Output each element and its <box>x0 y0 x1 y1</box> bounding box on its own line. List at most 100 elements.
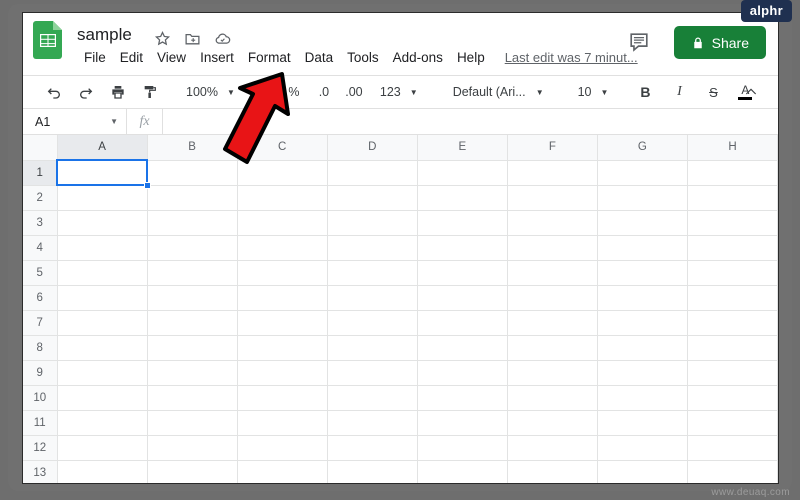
cell-d9[interactable] <box>326 359 418 386</box>
row-header-12[interactable]: 12 <box>23 434 58 461</box>
zoom-selector[interactable]: 100% ▼ <box>177 79 239 105</box>
column-header-c[interactable]: C <box>236 135 328 161</box>
cell-e9[interactable] <box>416 359 508 386</box>
cell-f6[interactable] <box>506 284 598 311</box>
cell-e13[interactable] <box>416 459 508 483</box>
row-header-10[interactable]: 10 <box>23 384 58 411</box>
cell-c7[interactable] <box>236 309 328 336</box>
cell-g7[interactable] <box>596 309 688 336</box>
column-header-d[interactable]: D <box>326 135 418 161</box>
cell-g12[interactable] <box>596 434 688 461</box>
font-size-selector[interactable]: 10 ▼ <box>562 79 613 105</box>
cell-b3[interactable] <box>146 209 238 236</box>
cell-d3[interactable] <box>326 209 418 236</box>
cell-h9[interactable] <box>686 359 778 386</box>
column-header-g[interactable]: G <box>596 135 688 161</box>
menu-format[interactable]: Format <box>241 48 298 67</box>
menu-file[interactable]: File <box>77 48 113 67</box>
cell-f12[interactable] <box>506 434 598 461</box>
cell-d1[interactable] <box>326 159 418 186</box>
row-header-6[interactable]: 6 <box>23 284 58 311</box>
cell-d13[interactable] <box>326 459 418 483</box>
cell-c2[interactable] <box>236 184 328 211</box>
cell-a13[interactable] <box>56 459 148 483</box>
more-options-button[interactable]: ⋯ <box>772 79 778 105</box>
cell-a9[interactable] <box>56 359 148 386</box>
cell-e8[interactable] <box>416 334 508 361</box>
cell-c13[interactable] <box>236 459 328 483</box>
cell-b5[interactable] <box>146 259 238 286</box>
cell-d6[interactable] <box>326 284 418 311</box>
decrease-decimal-button[interactable]: .0 <box>311 79 337 105</box>
strikethrough-button[interactable]: S <box>700 79 726 105</box>
cell-e11[interactable] <box>416 409 508 436</box>
menu-edit[interactable]: Edit <box>113 48 150 67</box>
cell-f13[interactable] <box>506 459 598 483</box>
cell-h12[interactable] <box>686 434 778 461</box>
cell-b12[interactable] <box>146 434 238 461</box>
formula-input[interactable] <box>163 109 778 134</box>
cell-b4[interactable] <box>146 234 238 261</box>
paint-format-icon[interactable] <box>137 79 163 105</box>
cell-f1[interactable] <box>506 159 598 186</box>
document-title[interactable]: sample <box>77 25 132 45</box>
redo-icon[interactable] <box>73 79 99 105</box>
cell-f7[interactable] <box>506 309 598 336</box>
cell-d4[interactable] <box>326 234 418 261</box>
row-header-5[interactable]: 5 <box>23 259 58 286</box>
column-header-e[interactable]: E <box>416 135 508 161</box>
column-header-f[interactable]: F <box>506 135 598 161</box>
cell-a3[interactable] <box>56 209 148 236</box>
select-all-corner[interactable] <box>23 135 58 161</box>
cell-h5[interactable] <box>686 259 778 286</box>
cell-c11[interactable] <box>236 409 328 436</box>
cell-c1[interactable] <box>236 159 328 186</box>
row-header-4[interactable]: 4 <box>23 234 58 261</box>
cell-b8[interactable] <box>146 334 238 361</box>
row-header-7[interactable]: 7 <box>23 309 58 336</box>
cell-e2[interactable] <box>416 184 508 211</box>
cell-b13[interactable] <box>146 459 238 483</box>
cell-f5[interactable] <box>506 259 598 286</box>
cell-c12[interactable] <box>236 434 328 461</box>
cell-f11[interactable] <box>506 409 598 436</box>
cell-g1[interactable] <box>596 159 688 186</box>
cell-d5[interactable] <box>326 259 418 286</box>
cell-f10[interactable] <box>506 384 598 411</box>
chevron-up-icon[interactable] <box>738 79 764 105</box>
italic-button[interactable]: I <box>666 79 692 105</box>
row-header-2[interactable]: 2 <box>23 184 58 211</box>
cell-g11[interactable] <box>596 409 688 436</box>
cell-c5[interactable] <box>236 259 328 286</box>
cell-d2[interactable] <box>326 184 418 211</box>
cell-g10[interactable] <box>596 384 688 411</box>
cell-f2[interactable] <box>506 184 598 211</box>
cell-d7[interactable] <box>326 309 418 336</box>
percent-format-button[interactable]: % <box>281 79 307 105</box>
fill-handle[interactable] <box>143 181 151 189</box>
cell-e7[interactable] <box>416 309 508 336</box>
cell-c8[interactable] <box>236 334 328 361</box>
cell-b9[interactable] <box>146 359 238 386</box>
increase-decimal-button[interactable]: .00 <box>341 79 367 105</box>
cell-h8[interactable] <box>686 334 778 361</box>
cell-e1[interactable] <box>416 159 508 186</box>
menu-insert[interactable]: Insert <box>193 48 241 67</box>
row-header-13[interactable]: 13 <box>23 459 58 483</box>
cell-f9[interactable] <box>506 359 598 386</box>
menu-help[interactable]: Help <box>450 48 492 67</box>
cell-g4[interactable] <box>596 234 688 261</box>
cell-h1[interactable] <box>686 159 778 186</box>
menu-add-ons[interactable]: Add-ons <box>386 48 450 67</box>
cell-f8[interactable] <box>506 334 598 361</box>
cell-d10[interactable] <box>326 384 418 411</box>
cell-h13[interactable] <box>686 459 778 483</box>
cell-c10[interactable] <box>236 384 328 411</box>
undo-icon[interactable] <box>41 79 67 105</box>
cell-e4[interactable] <box>416 234 508 261</box>
cell-h3[interactable] <box>686 209 778 236</box>
cell-a11[interactable] <box>56 409 148 436</box>
cell-d12[interactable] <box>326 434 418 461</box>
column-header-a[interactable]: A <box>56 135 148 161</box>
cell-h7[interactable] <box>686 309 778 336</box>
